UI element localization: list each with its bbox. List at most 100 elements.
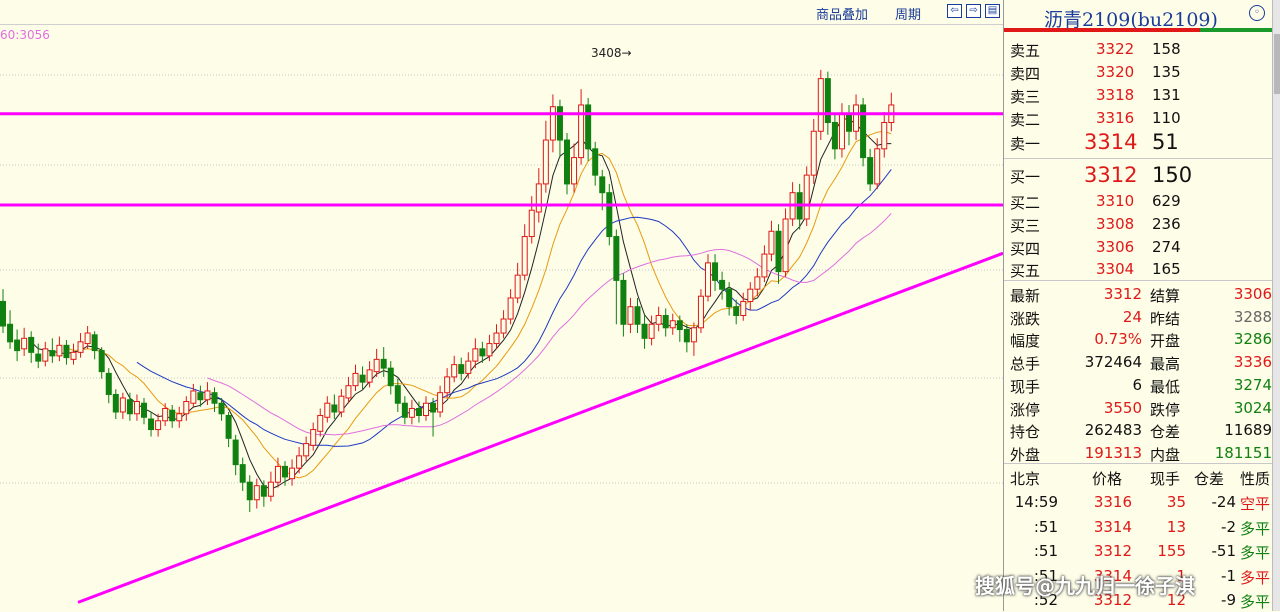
candle-body (846, 113, 852, 132)
candle-body (451, 364, 458, 378)
scrollbar-thumb[interactable] (1274, 34, 1280, 94)
candle-body (493, 332, 500, 345)
candle-body (35, 353, 42, 362)
bid-label: 买一 (1010, 168, 1041, 186)
ask-row[interactable]: 卖五 3322 158 (1004, 37, 1272, 60)
candle-body (634, 306, 641, 325)
candle-body (253, 485, 260, 501)
candle-body (458, 364, 465, 374)
candle-body (331, 404, 338, 413)
candle-body (162, 407, 169, 422)
candle-body (183, 400, 190, 415)
bid-row[interactable]: 买五 3304 165 (1004, 257, 1272, 280)
candle-body (606, 192, 613, 238)
candle-body (535, 183, 542, 213)
candle-body (507, 297, 514, 320)
ask-row[interactable]: 卖三 3318 131 (1004, 83, 1272, 106)
candle-body (345, 385, 352, 399)
instrument-title-bar: 沥青2109(bu2109) ◦ (1004, 0, 1272, 32)
stat-label: 幅度 (1010, 332, 1041, 351)
next-icon[interactable]: ⇨ (966, 4, 981, 18)
prev-icon[interactable]: ⇦ (947, 4, 962, 18)
period-button[interactable]: 周期 (895, 4, 921, 23)
stat-label: 结算 (1150, 287, 1181, 305)
tick-type: 多平 (1239, 593, 1270, 612)
divider (1004, 158, 1272, 159)
trendline (77, 251, 1003, 604)
candle-body (782, 218, 789, 273)
candle-body (380, 358, 387, 369)
candle-body (810, 130, 817, 176)
bid-row[interactable]: 买三 3308 236 (1004, 212, 1272, 235)
candle-body (556, 106, 563, 141)
divider (1004, 463, 1272, 464)
ask-row[interactable]: 卖二 3316 110 (1004, 106, 1272, 129)
stat-label: 涨跌 (1010, 309, 1041, 328)
ask-row[interactable]: 卖一 3314 51 (1004, 130, 1272, 154)
candle-body (7, 323, 14, 343)
candle-body (719, 279, 726, 290)
ask-row[interactable]: 卖四 3320 135 (1004, 60, 1272, 83)
candle-body (148, 418, 155, 431)
candle-body (112, 393, 119, 413)
candle-body (394, 385, 401, 404)
bid-price: 3304 (1096, 260, 1135, 278)
ticks-header-oi: 仓差 (1194, 470, 1225, 488)
candle-body (70, 351, 77, 360)
bid-label: 买三 (1010, 217, 1041, 235)
tick-type: 多平 (1239, 568, 1270, 587)
ticks-header-vol: 现手 (1150, 470, 1181, 488)
candle-body (126, 399, 133, 415)
chart-toolbar: 商品叠加 周期 ⇦ ⇨ ▤ (0, 0, 1003, 25)
stat-value: 3550 (1103, 398, 1142, 417)
kline-svg[interactable] (0, 0, 1003, 611)
bid-label: 买五 (1010, 262, 1041, 280)
kline-chart[interactable]: 商品叠加 周期 ⇦ ⇨ ▤ 60:3056 3408→ (0, 0, 1004, 611)
bid-volume: 629 (1152, 192, 1181, 210)
tick-oi: -9 (1221, 591, 1236, 610)
menu-icon[interactable]: ◦ (1249, 5, 1265, 21)
stat-value: 3312 (1103, 285, 1142, 303)
candle-body (77, 341, 84, 353)
ask-volume: 135 (1152, 63, 1181, 81)
bid-price: 3310 (1096, 192, 1135, 210)
candle-body (21, 337, 28, 350)
ma20-line (136, 169, 892, 447)
candle-body (239, 464, 246, 483)
bid-price: 3306 (1096, 238, 1135, 256)
bid-row[interactable]: 买二 3310 629 (1004, 189, 1272, 212)
bid-row[interactable]: 买一 3312 150 (1004, 163, 1272, 187)
layout-icon[interactable]: ▤ (985, 4, 1000, 18)
bid-label: 买二 (1010, 194, 1041, 212)
candle-body (705, 262, 711, 297)
overlay-button[interactable]: 商品叠加 (816, 4, 868, 23)
candle-body (267, 481, 274, 497)
candle-body (437, 392, 444, 413)
stat-value: 3336 (1233, 353, 1272, 372)
stat-label: 总手 (1010, 355, 1041, 374)
candle-body (528, 209, 535, 238)
tick-row: :51 3314 13 -2 多平 (1004, 515, 1272, 538)
ask-price: 3318 (1096, 86, 1135, 104)
tick-price: 3312 (1093, 542, 1132, 561)
candle-body (84, 332, 91, 345)
ticks-header-price: 价格 (1092, 470, 1123, 488)
stat-row: 外盘 191313 内盘 181151 (1004, 441, 1272, 464)
candle-body (585, 104, 592, 150)
tick-time: :51 (1033, 542, 1058, 561)
bid-row[interactable]: 买四 3306 274 (1004, 235, 1272, 258)
candle-body (669, 320, 676, 329)
ask-label: 卖五 (1010, 42, 1041, 60)
tick-time: 14:59 (1014, 493, 1058, 511)
stat-value: 262483 (1084, 421, 1142, 440)
stat-value: 372464 (1084, 353, 1142, 372)
candle-body (655, 315, 662, 325)
panel-scrollbar[interactable] (1272, 0, 1280, 611)
ask-price: 3316 (1096, 109, 1135, 127)
candle-body (486, 343, 493, 357)
candle-body (641, 323, 648, 339)
candle-body (549, 106, 556, 141)
candle-body (42, 348, 49, 362)
stat-value: 3306 (1233, 285, 1272, 303)
tick-row: :51 3312 155 -51 多平 (1004, 539, 1272, 562)
